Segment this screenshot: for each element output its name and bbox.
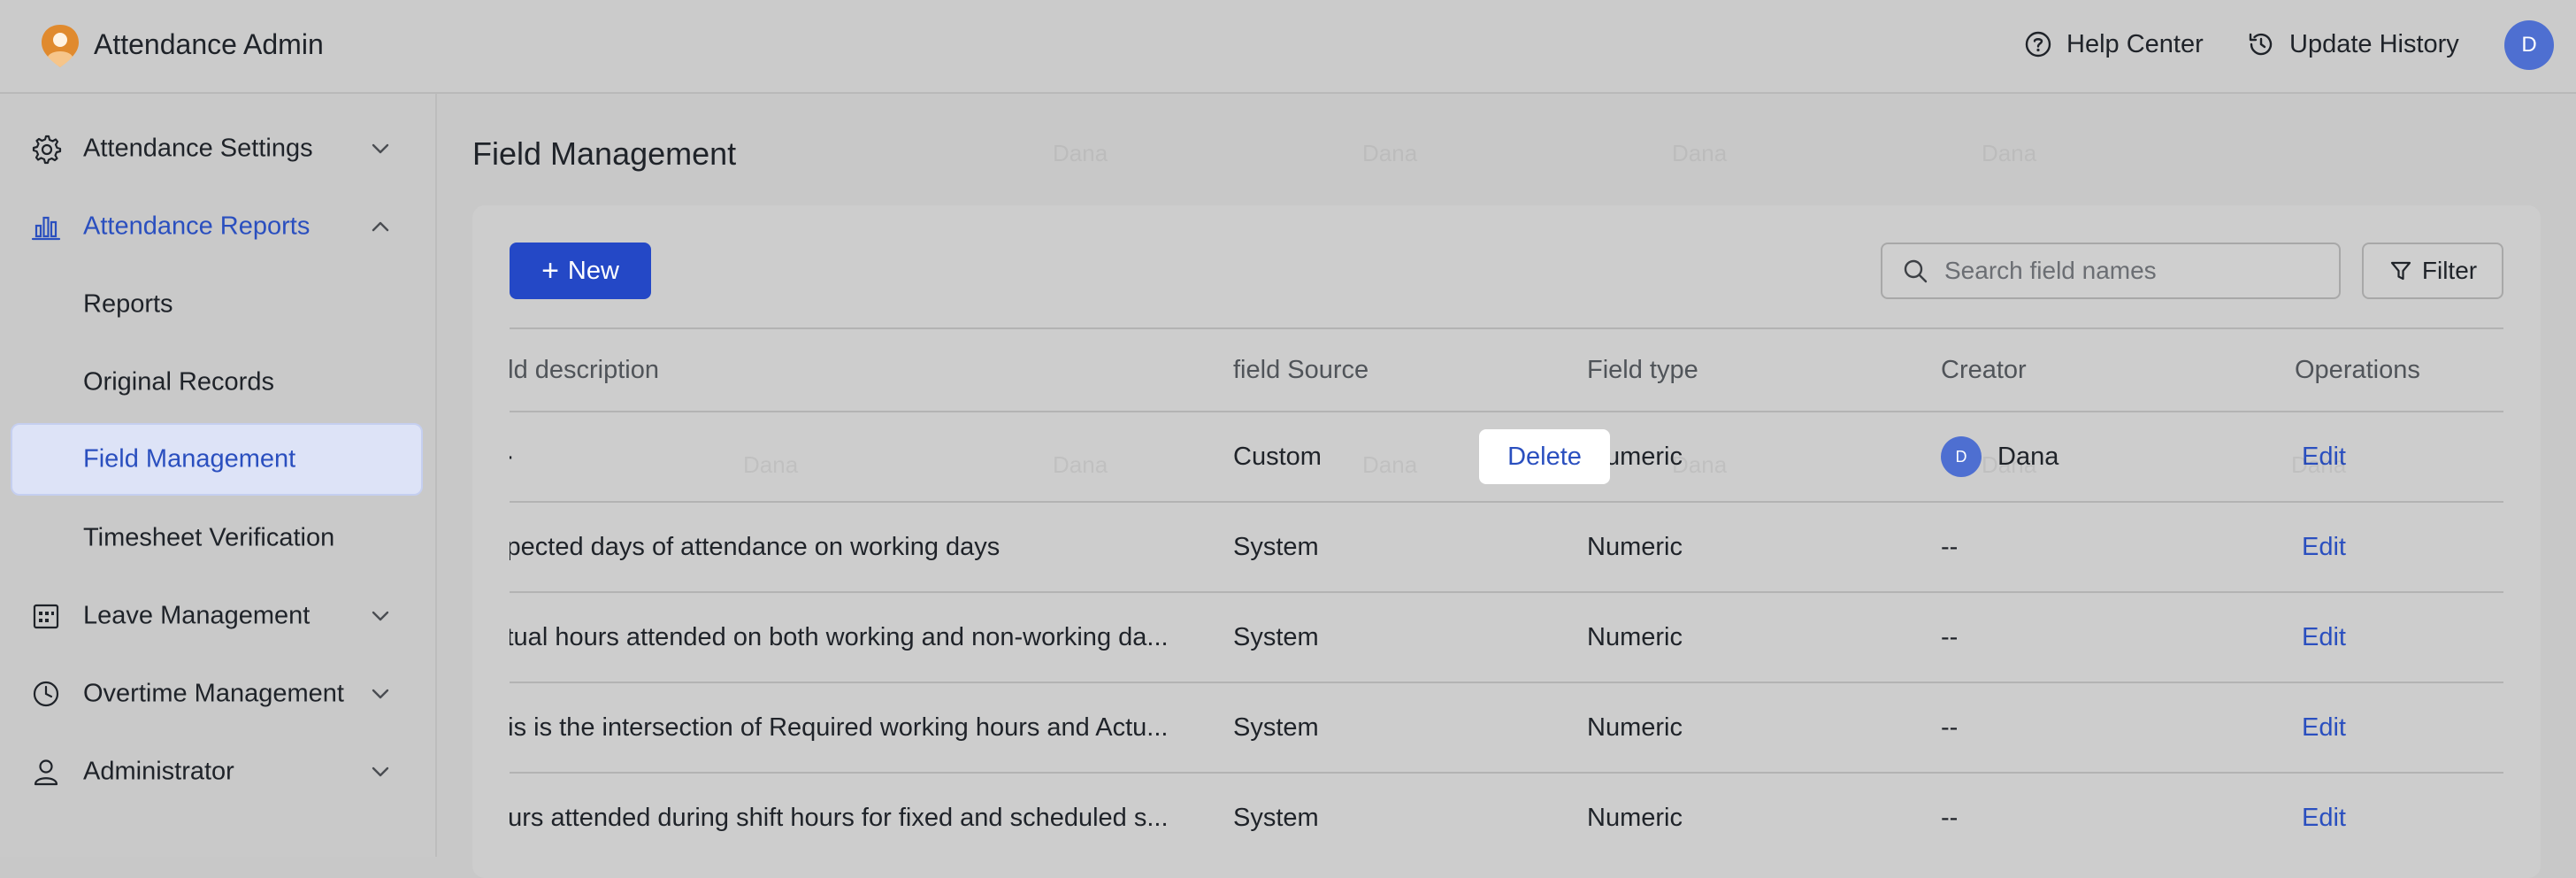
row-creator: -- <box>1941 623 1959 651</box>
clock-icon <box>33 681 59 707</box>
watermark: Dana <box>1362 140 1418 166</box>
update-history-link[interactable]: Update History <box>2247 27 2459 62</box>
table-divider <box>510 772 2503 774</box>
bar-chart-icon <box>31 216 61 241</box>
sidebar-item-label: Field Management <box>83 444 296 474</box>
sidebar-item-label: Attendance Reports <box>83 212 310 241</box>
user-icon <box>34 759 58 786</box>
chevron-down-icon <box>372 766 389 777</box>
plus-icon: + <box>541 254 559 288</box>
row-source: System <box>1233 713 1319 742</box>
row-creator: -- <box>1941 804 1959 832</box>
chevron-down-icon <box>372 143 389 154</box>
chevron-down-icon <box>372 611 389 621</box>
row-source: System <box>1233 804 1319 832</box>
row-description: his is the intersection of Required work… <box>510 713 1169 742</box>
table-divider <box>510 591 2503 593</box>
calendar-icon <box>33 604 59 629</box>
row-type: Numeric <box>1587 623 1683 651</box>
new-button-label: New <box>567 256 619 285</box>
delete-button[interactable]: Delete <box>1479 429 1610 484</box>
sidebar-item-field-management[interactable]: Field Management <box>11 423 423 496</box>
app-logo-icon <box>42 25 79 67</box>
creator-avatar: D <box>1941 436 1982 477</box>
table-divider <box>510 501 2503 503</box>
sidebar-item-overtime-management[interactable]: Overtime Management <box>0 656 437 732</box>
row-type: Numeric <box>1587 533 1683 561</box>
sidebar-item-attendance-settings[interactable]: Attendance Settings <box>0 111 437 187</box>
row-creator: -- <box>1941 533 1959 561</box>
edit-button[interactable]: Edit <box>2302 802 2346 834</box>
sidebar-item-label: Original Records <box>83 367 274 397</box>
page-title: Field Management <box>472 135 737 172</box>
watermark: Dana <box>1053 140 1108 166</box>
field-table: eld description field Source Field type … <box>510 327 2503 859</box>
help-icon <box>2025 31 2051 58</box>
sidebar: Attendance Settings Attendance Reports R… <box>0 94 437 857</box>
row-creator: -- <box>1941 713 1959 742</box>
chevron-down-icon <box>372 689 389 699</box>
row-type: Numeric <box>1587 804 1683 832</box>
row-source: System <box>1233 623 1319 651</box>
row-type: Numeric <box>1587 713 1683 742</box>
app-title: Attendance Admin <box>94 28 324 60</box>
row-description: ours attended during shift hours for fix… <box>510 804 1169 832</box>
row-description: xpected days of attendance on working da… <box>510 533 1000 561</box>
help-center-label: Help Center <box>2066 29 2204 58</box>
filter-icon <box>2390 261 2411 281</box>
search-icon <box>1904 259 1928 283</box>
top-bar: Attendance Admin Help Center Update Hist… <box>0 0 2576 94</box>
column-header-creator: Creator <box>1941 356 2027 384</box>
filter-button[interactable]: Filter <box>2362 243 2503 299</box>
new-field-button[interactable]: + New <box>510 243 651 299</box>
update-history-label: Update History <box>2289 29 2459 58</box>
watermark: Dana <box>1672 140 1728 166</box>
table-divider <box>510 327 2503 329</box>
chevron-up-icon <box>372 221 389 232</box>
search-box[interactable] <box>1881 243 2341 299</box>
history-icon <box>2249 33 2273 56</box>
sidebar-item-label: Overtime Management <box>83 679 344 708</box>
sidebar-item-label: Timesheet Verification <box>83 523 335 552</box>
sidebar-item-label: Administrator <box>83 757 234 786</box>
edit-button[interactable]: Edit <box>2302 712 2346 743</box>
row-source: Custom <box>1233 443 1322 471</box>
gear-icon <box>32 135 62 165</box>
help-center-link[interactable]: Help Center <box>2024 27 2204 62</box>
row-description: · <box>510 441 1189 473</box>
row-description: ctual hours attended on both working and… <box>510 623 1169 651</box>
filter-label: Filter <box>2421 257 2478 284</box>
column-header-source: field Source <box>1233 356 1369 384</box>
user-avatar[interactable]: D <box>2504 20 2554 70</box>
edit-button[interactable]: Edit <box>2302 531 2346 563</box>
sidebar-item-timesheet-verification[interactable]: Timesheet Verification <box>0 500 437 576</box>
sidebar-item-label: Reports <box>83 289 173 319</box>
edit-button[interactable]: Edit <box>2302 441 2346 473</box>
row-source: System <box>1233 533 1319 561</box>
sidebar-item-label: Attendance Settings <box>83 134 313 163</box>
search-input[interactable] <box>1943 256 2318 286</box>
sidebar-item-original-records[interactable]: Original Records <box>0 344 437 420</box>
sidebar-item-reports[interactable]: Reports <box>0 266 437 343</box>
column-header-type: Field type <box>1587 356 1698 384</box>
table-divider <box>510 411 2503 412</box>
column-header-description: eld description <box>510 356 659 384</box>
edit-button[interactable]: Edit <box>2302 621 2346 653</box>
sidebar-item-label: Leave Management <box>83 601 310 630</box>
column-header-operations: Operations <box>2295 356 2420 384</box>
sidebar-item-attendance-reports[interactable]: Attendance Reports <box>0 189 437 265</box>
table-divider <box>510 682 2503 683</box>
watermark: Dana <box>1982 140 2037 166</box>
row-creator: Dana <box>1997 443 2059 471</box>
sidebar-item-leave-management[interactable]: Leave Management <box>0 578 437 654</box>
sidebar-item-administrator[interactable]: Administrator <box>0 734 437 810</box>
